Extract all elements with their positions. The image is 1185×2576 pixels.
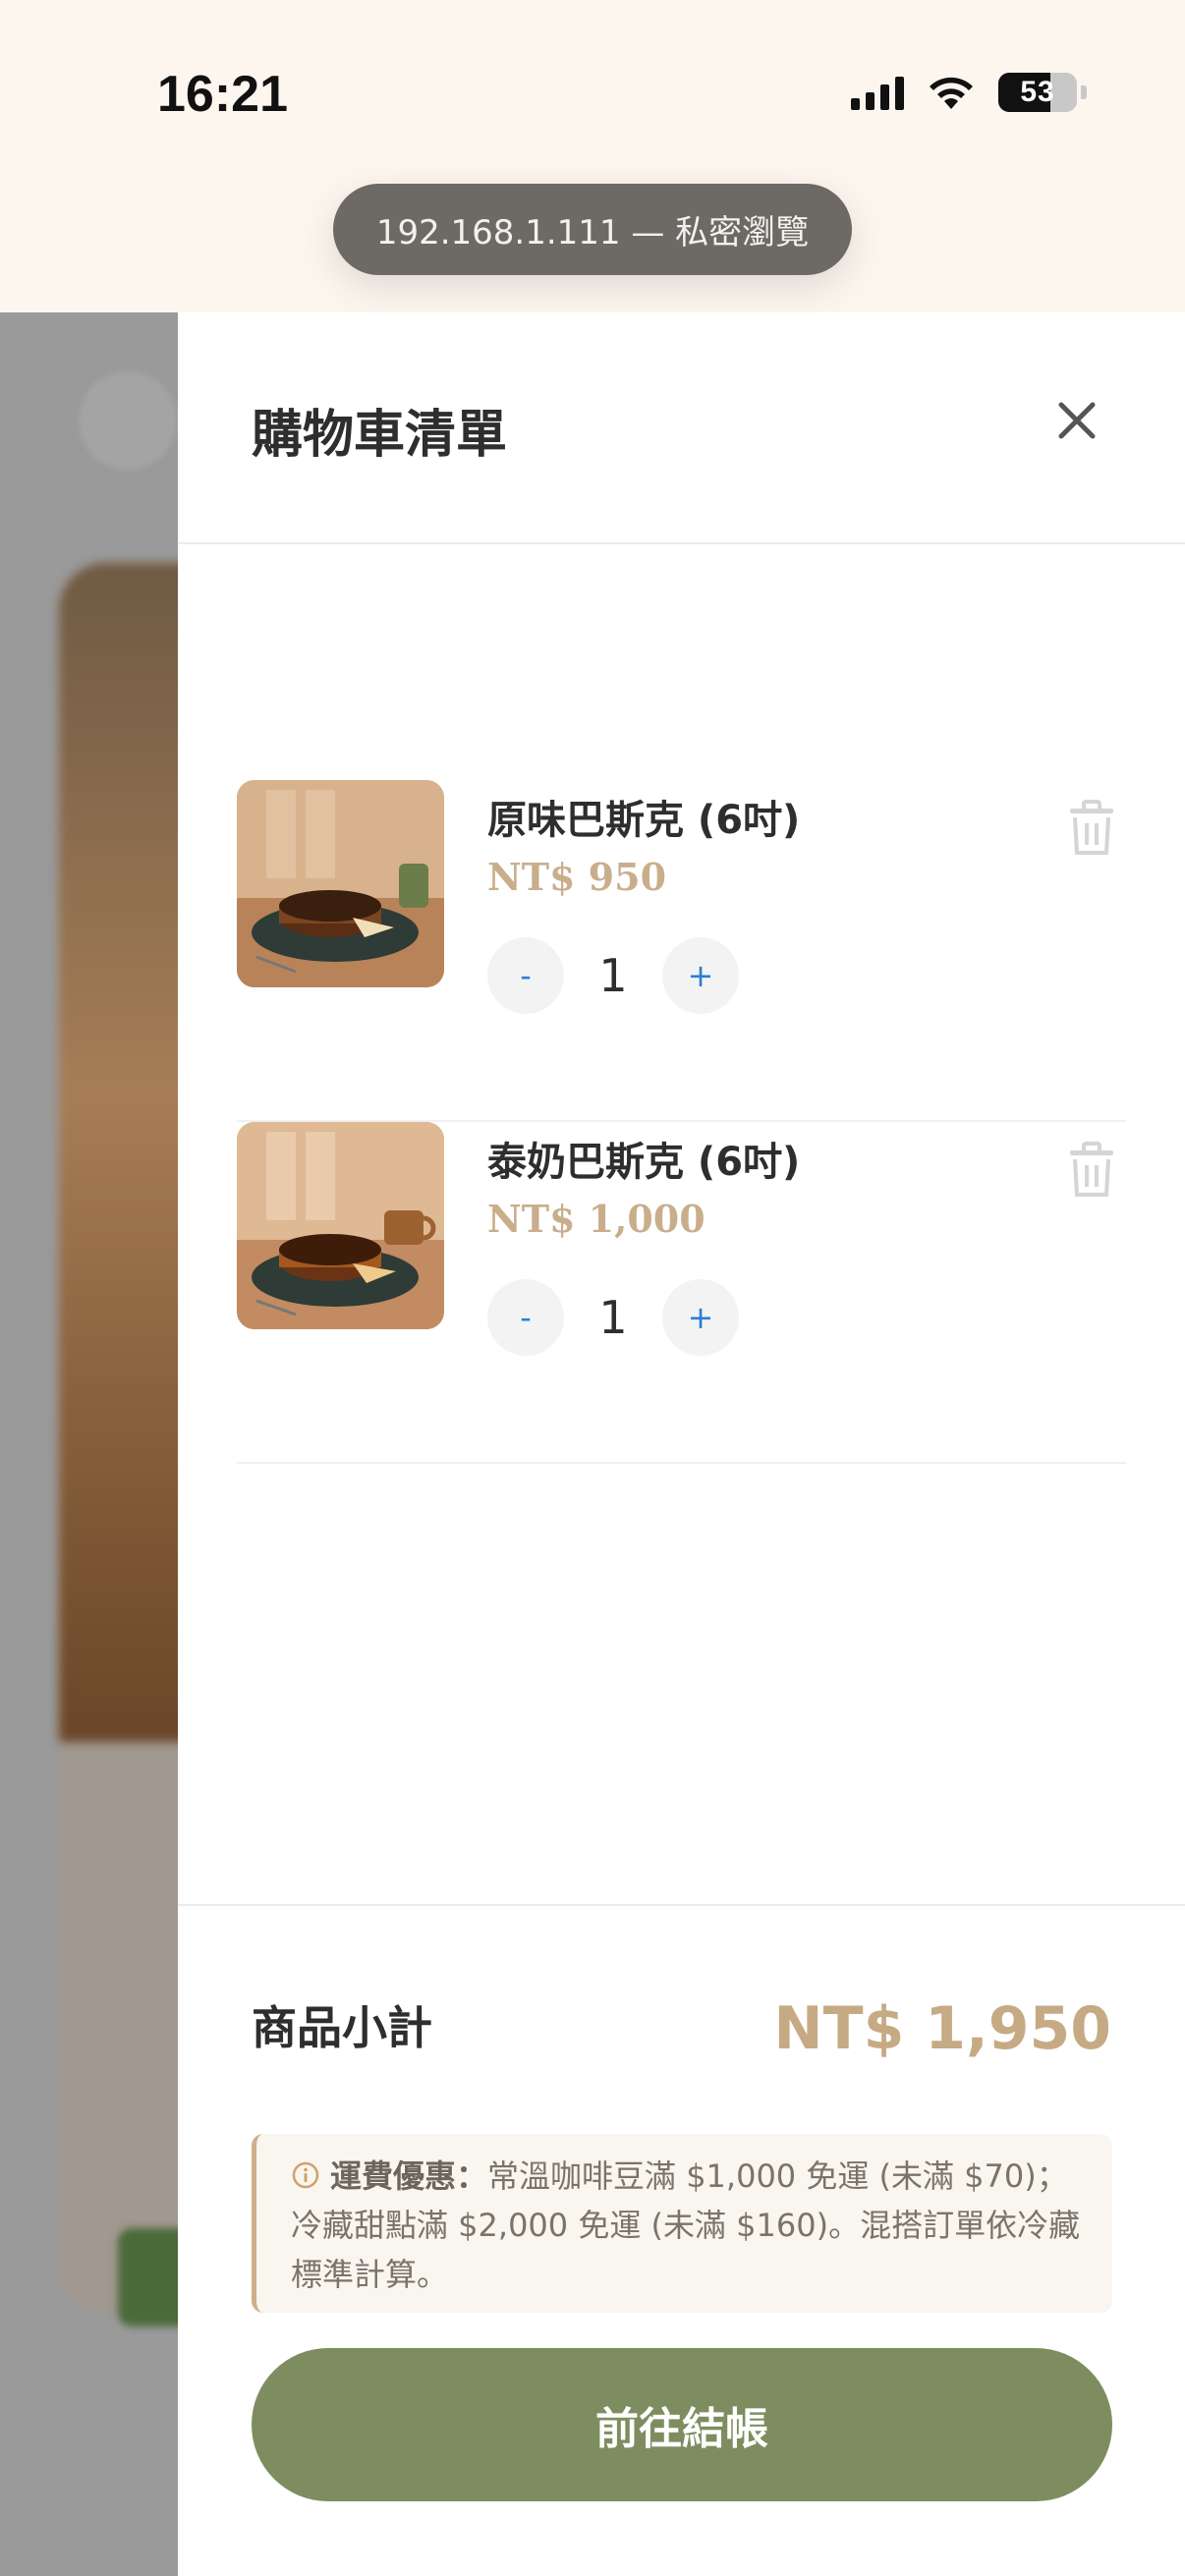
cart-title: 購物車清單 <box>252 406 508 465</box>
product-image[interactable] <box>237 780 444 987</box>
shipping-notice-title: 運費優惠： <box>330 2157 488 2195</box>
shipping-notice: 運費優惠：常溫咖啡豆滿 $1,000 免運 (未滿 $70)；冷藏甜點滿 $2,… <box>252 2134 1112 2313</box>
trash-icon <box>1070 1142 1113 1197</box>
battery-icon: 53 <box>998 73 1077 112</box>
subtotal-value: NT$ 1,950 <box>773 1994 1111 2063</box>
status-bar: 16:21 53 192.168.1.111 — 私密瀏覽 <box>0 0 1185 312</box>
quantity-value: 1 <box>598 1291 628 1344</box>
close-icon <box>1058 402 1096 439</box>
decrease-quantity-button[interactable]: - <box>487 1279 564 1356</box>
battery-tip <box>1081 85 1087 99</box>
checkout-button[interactable]: 前往結帳 <box>252 2348 1112 2501</box>
trash-icon <box>1070 800 1113 855</box>
decrease-quantity-button[interactable]: - <box>487 937 564 1014</box>
status-time: 16:21 <box>157 66 288 123</box>
product-image[interactable] <box>237 1122 444 1329</box>
quantity-value: 1 <box>598 949 628 1002</box>
subtotal-label: 商品小計 <box>252 2001 432 2054</box>
delete-item-button[interactable] <box>1067 800 1116 855</box>
battery-level: 53 <box>1020 76 1055 108</box>
cart-item: 原味巴斯克 (6吋) NT$ 950 - 1 + <box>237 780 1126 1122</box>
item-name: 原味巴斯克 (6吋) <box>487 798 801 843</box>
cart-item: 泰奶巴斯克 (6吋) NT$ 1,000 - 1 + <box>237 1122 1126 1464</box>
cart-summary: 商品小計 NT$ 1,950 運費優惠：常溫咖啡豆滿 $1,000 免運 (未滿… <box>178 1904 1185 2576</box>
delete-item-button[interactable] <box>1067 1142 1116 1197</box>
increase-quantity-button[interactable]: + <box>662 1279 739 1356</box>
wifi-icon <box>930 77 973 109</box>
increase-quantity-button[interactable]: + <box>662 937 739 1014</box>
backdrop-logo <box>79 371 177 470</box>
item-name: 泰奶巴斯克 (6吋) <box>487 1140 801 1185</box>
cart-header: 購物車清單 <box>178 312 1185 544</box>
cart-drawer: 購物車清單 原味巴斯克 (6吋) NT$ 950 - 1 + 泰奶巴斯克 (6吋… <box>178 312 1185 2576</box>
quantity-stepper: - 1 + <box>487 937 739 1014</box>
close-button[interactable] <box>1047 391 1106 450</box>
info-icon <box>292 2161 319 2189</box>
item-price: NT$ 1,000 <box>487 1197 705 1241</box>
cellular-signal-icon <box>851 75 904 110</box>
browser-url-bar[interactable]: 192.168.1.111 — 私密瀏覽 <box>333 184 852 275</box>
quantity-stepper: - 1 + <box>487 1279 739 1356</box>
item-price: NT$ 950 <box>487 855 667 899</box>
status-icons: 53 <box>851 73 1087 112</box>
